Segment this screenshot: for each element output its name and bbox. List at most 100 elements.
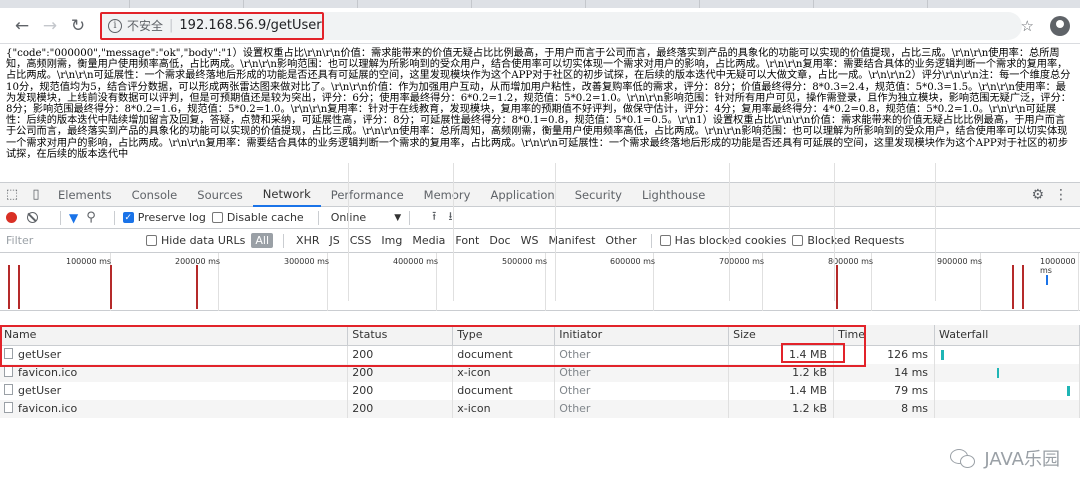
tab-elements[interactable]: Elements [48,183,122,207]
overview-tick-label: 500000 ms [502,257,548,266]
overview-event-marker [8,265,10,309]
insecure-label: 不安全 [127,19,164,33]
overview-tick-label: 600000 ms [610,257,656,266]
requests-table: Name Status Type Initiator Size Time Wat… [0,325,1080,418]
address-bar[interactable]: i 不安全 | 192.168.56.9/getUser [100,11,324,40]
disable-cache-checkbox[interactable]: Disable cache [211,211,304,224]
overview-event-marker [196,265,198,309]
overview-event-marker [110,265,112,309]
column-header-status[interactable]: Status [347,325,454,346]
overview-tick-label: 900000 ms [937,257,983,266]
address-bar-extension[interactable] [324,11,1022,40]
devtools-tab-bar: ⬚ ▯ Elements Console Sources Network Per… [0,183,1080,207]
hide-data-urls-checkbox[interactable]: Hide data URLs [146,234,245,247]
tab-memory[interactable]: Memory [414,183,481,207]
device-toolbar-icon[interactable]: ▯ [24,187,48,202]
tab-application[interactable]: Application [480,183,564,207]
table-row[interactable]: favicon.ico 200 x-icon Other 1.2 kB 8 ms [0,399,1080,418]
column-header-size[interactable]: Size [728,325,835,346]
throttle-select[interactable]: Online▼ [331,211,401,224]
browser-tab[interactable] [372,0,472,8]
preserve-log-checkbox[interactable]: ✓ Preserve log [122,211,206,224]
type-filter-ws[interactable]: WS [517,233,543,248]
more-menu-icon[interactable]: ⋮ [1054,187,1068,203]
overview-tick-label: 1000000 ms [1040,257,1076,275]
table-row[interactable]: getUser 200 document Other 1.4 MB 79 ms [0,381,1080,400]
table-row[interactable]: getUser 200 document Other 1.4 MB 126 ms [0,345,1080,364]
tab-strip [0,0,1080,8]
settings-gear-icon[interactable]: ⚙ [1031,187,1044,203]
waterfall-bar [941,349,945,360]
import-har-icon[interactable]: ⭱ [432,207,436,228]
search-icon[interactable]: ⚲ [86,210,96,225]
browser-tab[interactable] [486,0,586,8]
browser-tab[interactable] [600,0,700,8]
browser-tab[interactable] [828,0,928,8]
network-overview-timeline[interactable]: 100000 ms 200000 ms 300000 ms 400000 ms … [0,253,1080,311]
overview-event-marker [18,265,20,309]
type-filter-font[interactable]: Font [451,233,483,248]
dropdown-arrow-icon: ▼ [394,212,402,223]
clear-icon[interactable] [27,212,38,223]
overview-event-marker [1012,265,1014,309]
has-blocked-cookies-checkbox[interactable]: Has blocked cookies [659,234,786,247]
info-icon[interactable]: i [108,18,122,33]
waterfall-bar [1067,385,1071,396]
back-arrow-icon[interactable]: ← [8,12,36,40]
overview-event-marker [1022,265,1024,309]
type-filter-img[interactable]: Img [377,233,406,248]
overview-event-marker [836,265,838,309]
type-filter-js[interactable]: JS [326,233,344,248]
bookmark-star-icon[interactable]: ☆ [1021,17,1034,35]
blocked-requests-checkbox[interactable]: Blocked Requests [792,234,904,247]
forward-arrow-icon[interactable]: → [36,12,64,40]
omnibox-separator: | [169,18,174,33]
type-filter-other[interactable]: Other [601,233,640,248]
tab-network[interactable]: Network [252,183,321,207]
profile-avatar-icon[interactable] [1050,16,1070,36]
browser-tab[interactable] [714,0,814,8]
overview-tick-label: 400000 ms [393,257,439,266]
overview-request-bar [1046,275,1048,285]
filter-icon[interactable]: ▼ [69,211,78,225]
type-filter-manifest[interactable]: Manifest [544,233,599,248]
overview-tick-label: 300000 ms [284,257,330,266]
type-filter-media[interactable]: Media [408,233,449,248]
column-header-initiator[interactable]: Initiator [554,325,730,346]
browser-tab[interactable] [144,0,244,8]
checkmark-icon: ✓ [122,212,134,223]
document-file-icon [4,366,13,377]
document-file-icon [4,348,13,359]
overview-tick-label: 700000 ms [719,257,765,266]
tab-security[interactable]: Security [565,183,632,207]
browser-tab[interactable] [258,0,358,8]
filter-input[interactable]: Filter [6,234,146,247]
export-har-icon[interactable]: ⭳ [448,207,452,228]
tab-lighthouse[interactable]: Lighthouse [632,183,715,207]
watermark: JAVA乐园 [950,445,1060,471]
type-filter-all[interactable]: All [251,233,274,248]
inspect-element-icon[interactable]: ⬚ [0,187,24,202]
document-file-icon [4,402,13,413]
table-row[interactable]: favicon.ico 200 x-icon Other 1.2 kB 14 m… [0,363,1080,382]
record-icon[interactable] [6,212,17,223]
tab-sources[interactable]: Sources [187,183,253,207]
browser-tab[interactable] [30,0,130,8]
type-filter-xhr[interactable]: XHR [292,233,323,248]
url-text[interactable]: 192.168.56.9/getUser [179,18,321,33]
tab-performance[interactable]: Performance [321,183,414,207]
column-header-waterfall[interactable]: Waterfall [934,325,1080,346]
column-header-time[interactable]: Time [833,325,936,346]
document-file-icon [4,384,13,395]
type-filter-css[interactable]: CSS [346,233,376,248]
type-filter-doc[interactable]: Doc [485,233,514,248]
waterfall-bar [997,367,1000,378]
network-toolbar: ▼ ⚲ ✓Preserve log Disable cache Online▼ … [0,207,1080,229]
wechat-icon [950,447,976,469]
tab-console[interactable]: Console [122,183,188,207]
reload-icon[interactable]: ↻ [64,12,92,40]
browser-toolbar: ← → ↻ i 不安全 | 192.168.56.9/getUser ☆ [0,8,1080,44]
overview-tick-label: 100000 ms [66,257,112,266]
column-header-name[interactable]: Name [0,325,349,346]
column-header-type[interactable]: Type [452,325,556,346]
